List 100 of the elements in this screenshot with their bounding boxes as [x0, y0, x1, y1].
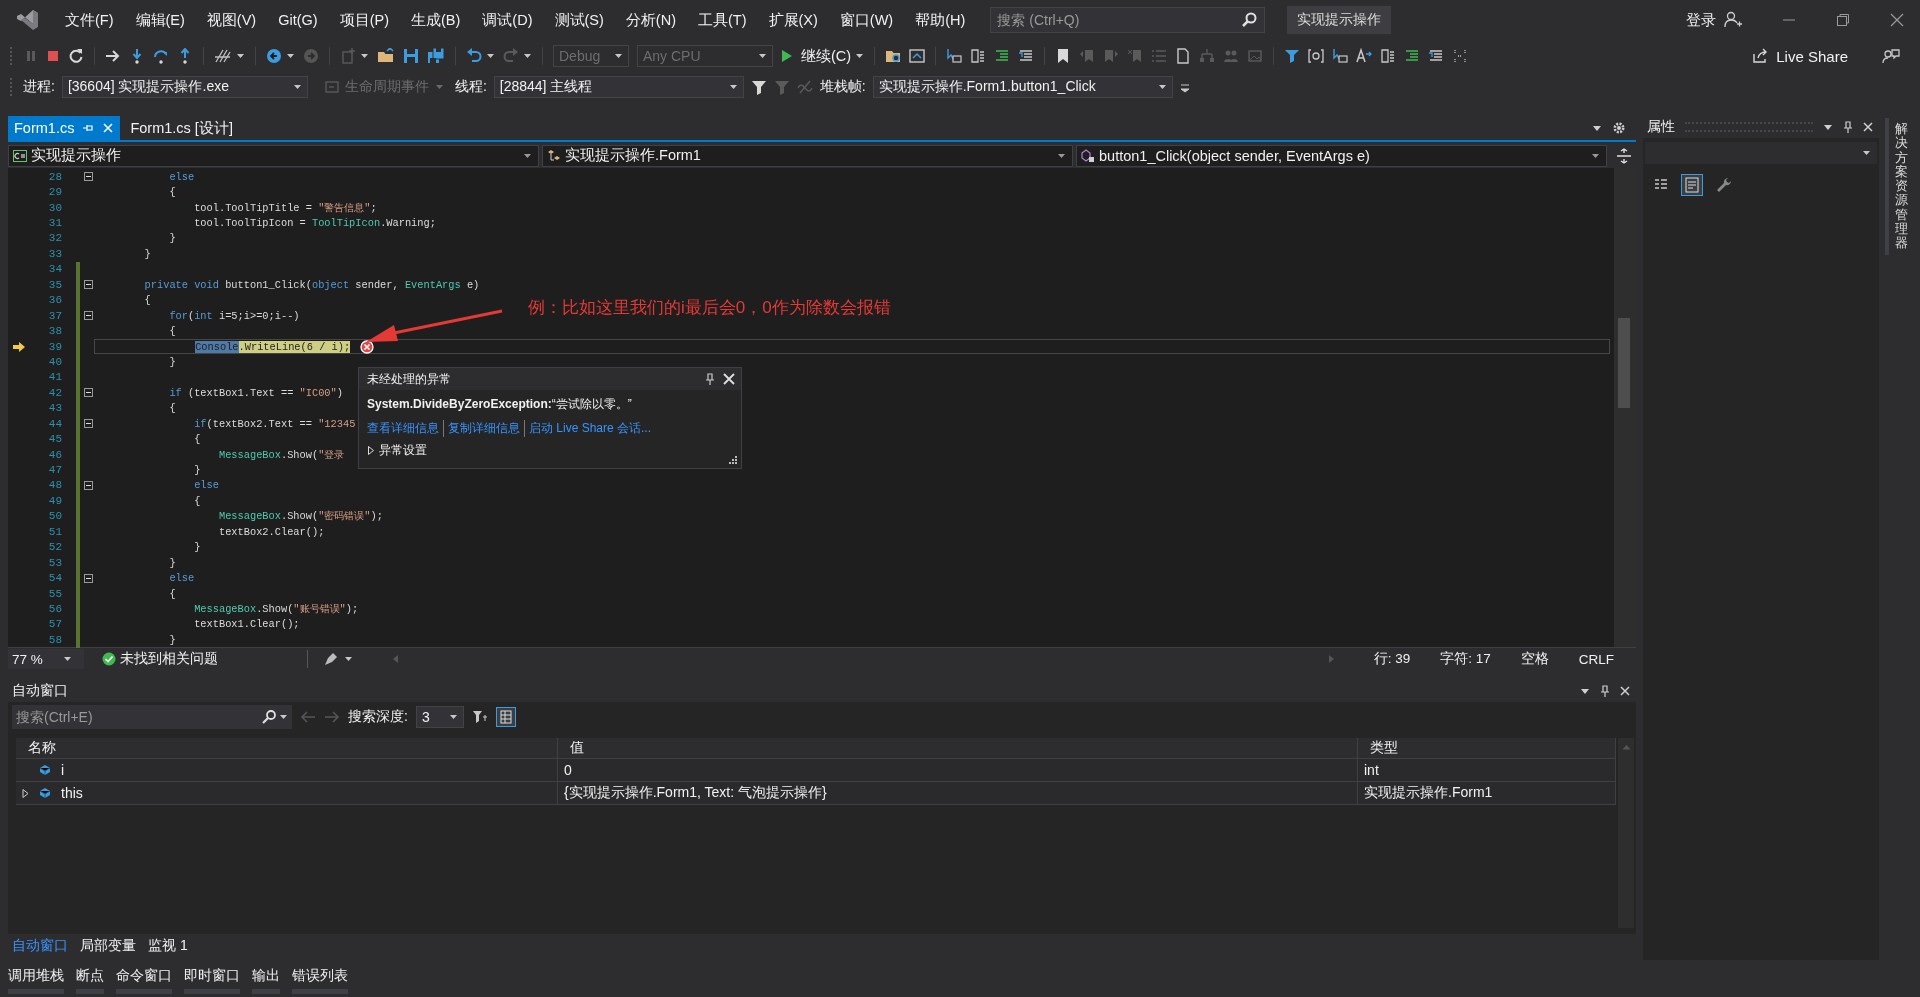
- dropdown-icon[interactable]: [1823, 122, 1833, 132]
- menu-item[interactable]: 分析(N): [614, 10, 687, 30]
- menu-item[interactable]: 项目(P): [328, 10, 400, 30]
- pin-icon[interactable]: [705, 373, 715, 385]
- popup-link[interactable]: 启动 Live Share 会话...: [524, 420, 656, 437]
- member-dropdown[interactable]: button1_Click(object sender, EventArgs e): [1076, 144, 1607, 167]
- pointer-box-icon[interactable]: [1332, 48, 1349, 64]
- tool-tab[interactable]: 监视 1: [148, 937, 188, 955]
- filter-icon[interactable]: [750, 79, 767, 95]
- overflow-icon[interactable]: [1179, 81, 1190, 93]
- caret-icon[interactable]: [279, 713, 288, 721]
- wrench-icon[interactable]: [1715, 176, 1733, 194]
- collapse-icon[interactable]: [84, 419, 93, 429]
- indent-icon[interactable]: [1404, 48, 1421, 64]
- tool-tab[interactable]: 错误列表: [292, 967, 348, 994]
- tool-tab[interactable]: 调用堆栈: [8, 967, 64, 994]
- undo-icon[interactable]: [466, 48, 482, 64]
- popup-link[interactable]: 复制详细信息: [443, 420, 524, 437]
- menu-item[interactable]: 视图(V): [195, 10, 268, 30]
- right-arrow-icon[interactable]: [105, 48, 121, 64]
- save-all-icon[interactable]: [427, 48, 445, 64]
- zoom-dropdown[interactable]: 77 %: [8, 649, 84, 669]
- dropdown-icon[interactable]: [1580, 686, 1590, 696]
- tool-tab[interactable]: 自动窗口: [12, 937, 68, 955]
- table-icon[interactable]: [495, 707, 516, 727]
- folder-icon[interactable]: [377, 48, 395, 64]
- caret-icon[interactable]: [286, 52, 295, 60]
- columns-icon[interactable]: [1380, 48, 1397, 64]
- exception-settings-toggle[interactable]: 异常设置: [359, 440, 427, 459]
- back-icon[interactable]: [266, 48, 282, 64]
- depth-dropdown[interactable]: 3: [415, 706, 464, 728]
- feedback-icon[interactable]: [1882, 48, 1900, 64]
- curved-arrow-icon[interactable]: [153, 48, 169, 64]
- menu-item[interactable]: 调试(D): [471, 10, 544, 30]
- font-arrow-icon[interactable]: [1356, 48, 1373, 64]
- menu-item[interactable]: Git(G): [267, 12, 329, 28]
- sign-in-link[interactable]: 登录: [1686, 10, 1716, 30]
- tool-tab[interactable]: 命令窗口: [116, 967, 172, 994]
- tool-tab[interactable]: 输出: [252, 967, 280, 994]
- expander-icon[interactable]: [22, 788, 29, 798]
- popup-link[interactable]: 查看详细信息: [367, 420, 443, 437]
- indent-icon[interactable]: [994, 48, 1011, 64]
- window-icon[interactable]: [909, 48, 926, 64]
- tool-tab[interactable]: 即时窗口: [184, 967, 240, 994]
- collapse-icon[interactable]: [84, 172, 93, 182]
- collapse-icon[interactable]: [84, 388, 93, 398]
- stack-frame-dropdown[interactable]: 实现提示操作.Form1.button1_Click: [872, 76, 1173, 98]
- stop-icon[interactable]: [46, 49, 60, 63]
- collapse-icon[interactable]: [84, 311, 93, 321]
- dotted-lines-icon[interactable]: [1452, 48, 1469, 64]
- column-header[interactable]: 值: [558, 738, 1358, 758]
- settings-icon[interactable]: [1612, 121, 1626, 135]
- caret-icon[interactable]: [523, 52, 532, 60]
- menu-item[interactable]: 帮助(H): [904, 10, 977, 30]
- project-dropdown[interactable]: 实现提示操作: [8, 144, 539, 167]
- live-share-button[interactable]: Live Share: [1752, 47, 1848, 65]
- tool-tab[interactable]: 断点: [76, 967, 104, 994]
- line-ending-indicator[interactable]: CRLF: [1578, 651, 1614, 667]
- menu-item[interactable]: 编辑(E): [124, 10, 196, 30]
- comment-lines-icon[interactable]: [1018, 48, 1035, 64]
- person-icon[interactable]: [1724, 11, 1742, 29]
- process-dropdown[interactable]: [36604] 实现提示操作.exe: [61, 76, 308, 98]
- caret-icon[interactable]: [344, 655, 353, 663]
- document-tab[interactable]: Form1.cs [设计]: [124, 116, 239, 140]
- caret-icon[interactable]: [236, 52, 245, 60]
- search-icon[interactable]: [1241, 12, 1258, 28]
- scrollbar[interactable]: [1618, 738, 1634, 928]
- tab-list-icon[interactable]: [1592, 123, 1602, 133]
- indent-indicator[interactable]: 空格: [1520, 650, 1549, 668]
- column-header[interactable]: 类型: [1358, 738, 1616, 758]
- resize-grip-icon[interactable]: [729, 456, 737, 464]
- folder-search-icon[interactable]: [885, 48, 902, 64]
- menu-item[interactable]: 生成(B): [400, 10, 472, 30]
- thread-dropdown[interactable]: [28844] 主线程: [493, 76, 744, 98]
- search-field[interactable]: 搜索 (Ctrl+Q): [990, 7, 1266, 33]
- brush-icon[interactable]: [324, 652, 340, 666]
- collapse-icon[interactable]: [84, 480, 93, 490]
- column-header[interactable]: 名称: [16, 738, 558, 758]
- hatched-icon[interactable]: [214, 48, 232, 64]
- restore-icon[interactable]: [1836, 13, 1850, 27]
- tool-tab[interactable]: 局部变量: [80, 937, 136, 955]
- continue-button[interactable]: 继续(C): [781, 46, 852, 66]
- collapse-icon[interactable]: [84, 573, 93, 583]
- restart-icon[interactable]: [68, 48, 84, 64]
- menu-item[interactable]: 扩展(X): [757, 10, 829, 30]
- caret-icon[interactable]: [855, 52, 865, 60]
- close-icon[interactable]: [1863, 122, 1873, 132]
- menu-item[interactable]: 窗口(W): [828, 10, 905, 30]
- pin-icon[interactable]: [1843, 121, 1853, 133]
- document-tab[interactable]: Form1.cs: [8, 116, 121, 140]
- drag-grip[interactable]: [1685, 122, 1813, 132]
- columns-icon[interactable]: [970, 48, 987, 64]
- menu-item[interactable]: 工具(T): [687, 10, 758, 30]
- collapse-icon[interactable]: [84, 280, 93, 290]
- filter-pin-icon[interactable]: [471, 709, 488, 725]
- issues-indicator[interactable]: 未找到相关问题: [102, 650, 308, 668]
- pointer-icon[interactable]: [946, 48, 963, 64]
- pin-icon[interactable]: [1600, 685, 1610, 697]
- close-icon[interactable]: [1890, 13, 1904, 27]
- type-dropdown[interactable]: 实现提示操作.Form1: [542, 144, 1073, 167]
